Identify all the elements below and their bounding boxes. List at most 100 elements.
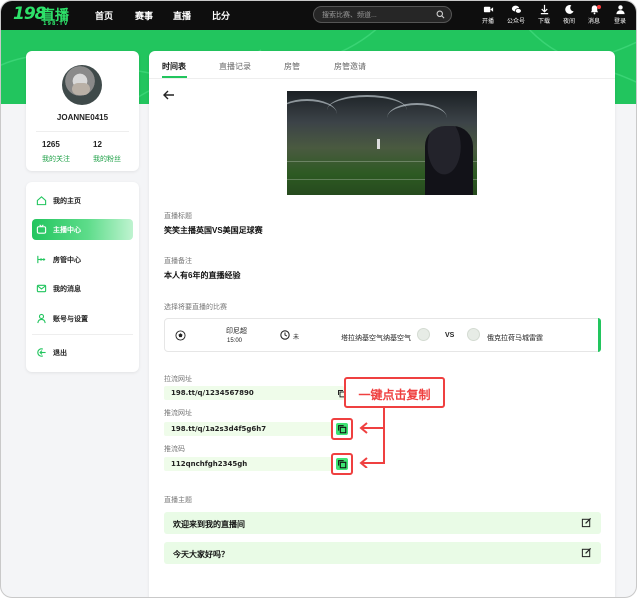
avatar[interactable] bbox=[62, 65, 102, 105]
logo-subtext: 198.TV bbox=[43, 21, 69, 27]
menu-divider bbox=[32, 334, 133, 335]
night-mode-button[interactable]: 夜间 bbox=[556, 3, 582, 28]
tab-room-managers[interactable]: 房管 bbox=[284, 61, 300, 72]
topic-item[interactable]: 今天大家好吗？ bbox=[164, 542, 601, 564]
tv-icon bbox=[36, 224, 47, 234]
sidebar-item-label: 我的主页 bbox=[53, 198, 81, 205]
brand-logo[interactable]: 198 直播 198.TV bbox=[13, 4, 73, 28]
profile-divider bbox=[36, 131, 129, 132]
stream-title-value[interactable]: 笑笑主播英国VS美国足球赛 bbox=[164, 225, 263, 236]
topic-text: 欢迎来到我的直播间 bbox=[173, 520, 245, 529]
edit-icon[interactable] bbox=[581, 547, 592, 558]
app-frame: 198 直播 198.TV 首页 赛事 直播 比分 搜索比赛、频道... 开播 … bbox=[0, 0, 637, 598]
topic-text: 今天大家好吗？ bbox=[173, 550, 229, 559]
sidebar-item-home[interactable]: 我的主页 bbox=[32, 190, 133, 211]
match-select-label: 选择将要直播的比赛 bbox=[164, 304, 227, 311]
tab-live-records[interactable]: 直播记录 bbox=[219, 61, 251, 72]
night-mode-icon bbox=[564, 5, 574, 14]
user-settings-icon bbox=[37, 313, 46, 324]
clock-icon bbox=[280, 330, 290, 340]
topic-item[interactable]: 欢迎来到我的直播间 bbox=[164, 512, 601, 534]
sidebar-item-account-settings[interactable]: 账号与设置 bbox=[32, 308, 133, 329]
push-code-value: 112qnchfgh2345gh bbox=[171, 460, 248, 468]
match-selected-indicator bbox=[598, 318, 601, 352]
pull-url-label: 拉流网址 bbox=[164, 376, 192, 383]
broadcast-label: 开播 bbox=[481, 19, 494, 25]
sidebar-item-label: 我的消息 bbox=[53, 286, 81, 293]
download-icon bbox=[540, 4, 548, 15]
sidebar-menu: 我的主页 主播中心 房管中心 我的消息 账号与设置 退出 bbox=[26, 182, 139, 372]
tab-manager-invites[interactable]: 房管邀请 bbox=[334, 61, 366, 72]
callout-text: 一键点击复制 bbox=[358, 388, 431, 402]
fans-count[interactable]: 12 bbox=[93, 140, 102, 149]
top-nav: 198 直播 198.TV 首页 赛事 直播 比分 搜索比赛、频道... 开播 … bbox=[1, 1, 636, 30]
search-placeholder: 搜索比赛、频道... bbox=[322, 12, 377, 19]
login-button[interactable]: 登录 bbox=[607, 3, 633, 28]
tab-schedule[interactable]: 时间表 bbox=[162, 61, 186, 72]
wechat-label: 公众号 bbox=[506, 19, 525, 25]
copy-push-url-button[interactable] bbox=[331, 418, 353, 440]
fans-label[interactable]: 我的粉丝 bbox=[93, 154, 121, 164]
topic-label: 直播主题 bbox=[164, 497, 192, 504]
sidebar-item-label: 房管中心 bbox=[53, 257, 81, 264]
manager-icon bbox=[37, 255, 46, 264]
match-time: 15:00 bbox=[227, 338, 243, 344]
mail-icon bbox=[36, 284, 47, 293]
copy-icon bbox=[338, 425, 347, 434]
match-card[interactable]: 印尼超 15:00 未 塔拉纳基空气纳基空气 VS 俄克拉荷马城雷霆 bbox=[164, 318, 601, 352]
away-team-name: 俄克拉荷马城雷霆 bbox=[487, 335, 543, 342]
push-url-label: 推流网址 bbox=[164, 410, 192, 417]
stream-cover-image[interactable] bbox=[287, 91, 477, 195]
sidebar-item-label: 主播中心 bbox=[53, 227, 81, 234]
copy-push-code-button[interactable] bbox=[331, 453, 353, 475]
push-code-label: 推流码 bbox=[164, 446, 185, 453]
wechat-icon bbox=[511, 5, 522, 14]
football-icon bbox=[175, 330, 186, 341]
nav-home[interactable]: 首页 bbox=[95, 9, 113, 22]
logout-button[interactable]: 退出 bbox=[32, 342, 133, 363]
push-code-field[interactable]: 112qnchfgh2345gh bbox=[164, 457, 344, 471]
sidebar-item-label: 账号与设置 bbox=[53, 316, 88, 323]
push-url-field[interactable]: 198.tt/q/1a2s3d4f5g6h7 bbox=[164, 422, 344, 436]
download-label: 下载 bbox=[537, 19, 550, 25]
following-count[interactable]: 1265 bbox=[42, 140, 60, 149]
stream-note-value[interactable]: 本人有6年的直播经验 bbox=[164, 270, 240, 281]
messages-label: 消息 bbox=[587, 19, 600, 25]
back-arrow-icon[interactable] bbox=[162, 89, 176, 101]
tabs-divider bbox=[149, 78, 615, 79]
copy-icon bbox=[338, 460, 347, 469]
search-input[interactable]: 搜索比赛、频道... bbox=[313, 6, 452, 23]
nav-live[interactable]: 直播 bbox=[173, 9, 191, 22]
push-url-value: 198.tt/q/1a2s3d4f5g6h7 bbox=[171, 425, 267, 433]
edit-icon[interactable] bbox=[581, 517, 592, 528]
following-label[interactable]: 我的关注 bbox=[42, 154, 70, 164]
night-mode-label: 夜间 bbox=[562, 19, 575, 25]
nav-scores[interactable]: 比分 bbox=[212, 9, 230, 22]
nav-events[interactable]: 赛事 bbox=[135, 9, 153, 22]
home-team-name: 塔拉纳基空气纳基空气 bbox=[341, 335, 411, 342]
notification-dot bbox=[597, 5, 601, 9]
search-icon[interactable] bbox=[436, 10, 445, 19]
login-label: 登录 bbox=[613, 19, 626, 25]
sidebar-item-messages[interactable]: 我的消息 bbox=[32, 278, 133, 299]
logout-label: 退出 bbox=[53, 350, 67, 357]
match-league: 印尼超 bbox=[226, 328, 247, 335]
broadcast-button[interactable]: 开播 bbox=[475, 3, 501, 28]
main-panel: 时间表 直播记录 房管 房管邀请 直播标题 笑笑主播英国VS美国足球赛 直播备注… bbox=[149, 51, 615, 597]
pull-url-value: 198.tt/q/1234567890 bbox=[171, 389, 254, 397]
profile-card: JOANNE0415 1265 我的关注 12 我的粉丝 bbox=[26, 51, 139, 171]
callout-connector bbox=[359, 408, 385, 468]
download-button[interactable]: 下载 bbox=[531, 3, 557, 28]
stream-note-label: 直播备注 bbox=[164, 258, 192, 265]
home-team-logo bbox=[417, 328, 430, 341]
messages-button[interactable]: 消息 bbox=[581, 3, 607, 28]
sidebar-item-manager-center[interactable]: 房管中心 bbox=[32, 249, 133, 270]
pull-url-field[interactable]: 198.tt/q/1234567890 bbox=[164, 386, 344, 400]
sidebar-item-streamer-center[interactable]: 主播中心 bbox=[32, 219, 133, 240]
away-team-logo bbox=[467, 328, 480, 341]
wechat-button[interactable]: 公众号 bbox=[503, 3, 529, 28]
broadcast-icon bbox=[483, 6, 493, 13]
match-vs: VS bbox=[445, 332, 455, 339]
home-icon bbox=[36, 196, 47, 206]
copy-callout: 一键点击复制 bbox=[344, 377, 445, 408]
